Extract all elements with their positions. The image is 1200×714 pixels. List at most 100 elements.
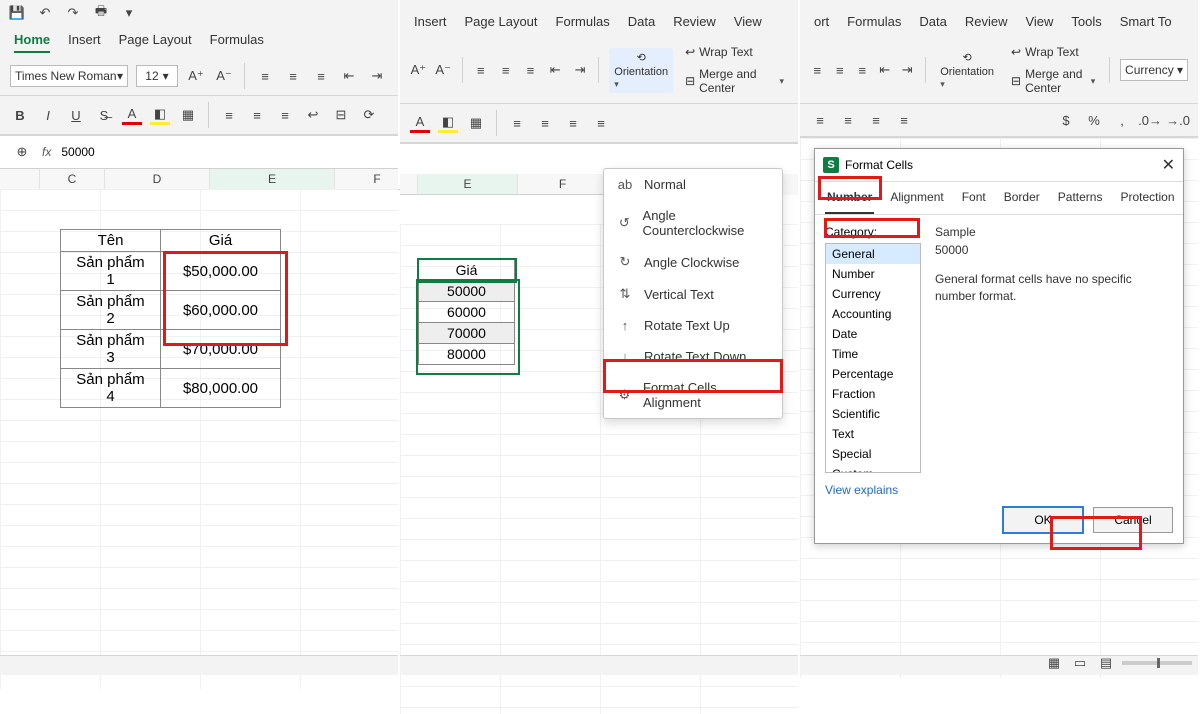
align-center-icon[interactable]: ≡ [838,110,858,130]
col-E[interactable]: E [418,174,518,195]
ok-button[interactable]: OK [1003,507,1083,533]
align-left-icon[interactable]: ≡ [255,66,275,86]
align-right-icon[interactable]: ≡ [563,113,583,133]
tab-insert[interactable]: Insert [68,32,101,53]
view-break-icon[interactable]: ▤ [1096,653,1116,673]
wrap-icon[interactable]: ↩ [303,105,323,125]
cat-general[interactable]: General [826,244,920,264]
tab-tools[interactable]: Tools [1071,14,1101,33]
merge-icon[interactable]: ⊟ [331,105,351,125]
dlg-tab-patterns[interactable]: Patterns [1056,182,1105,214]
indent-dec-icon[interactable]: ⇤ [878,60,893,80]
cat-number[interactable]: Number [826,264,920,284]
table-cell[interactable]: $70,000.00 [161,330,281,369]
distribute-icon[interactable]: ≡ [591,113,611,133]
strike-icon[interactable]: S̶ [94,105,114,125]
print-icon[interactable]: 🖶 [92,4,110,22]
qat-more-icon[interactable]: ▾ [120,4,138,22]
decrease-font-icon[interactable]: A⁻ [214,66,234,86]
table-cell[interactable]: 80000 [419,344,515,365]
dlg-tab-alignment[interactable]: Alignment [888,182,945,214]
fill-color-icon[interactable]: ◧ [438,113,458,133]
menu-angle-cw[interactable]: ↻Angle Clockwise [604,246,782,278]
formula-bar-value[interactable]: 50000 [61,145,94,159]
tab-review[interactable]: Review [673,14,716,33]
wrap-text-button[interactable]: ↩Wrap Text [681,43,788,61]
align-mid-icon[interactable]: ≡ [497,60,514,80]
align-bot-icon[interactable]: ≡ [855,60,870,80]
distribute-icon[interactable]: ≡ [894,110,914,130]
tab-review[interactable]: Review [965,14,1008,33]
cat-text[interactable]: Text [826,424,920,444]
col-C[interactable]: C [40,169,105,190]
close-icon[interactable]: ✕ [1162,155,1175,175]
table-cell[interactable]: 70000 [419,323,515,344]
valign-top-icon[interactable]: ≡ [219,105,239,125]
tab-pagelayout[interactable]: Page Layout [465,14,538,33]
view-normal-icon[interactable]: ▦ [1044,653,1064,673]
cat-time[interactable]: Time [826,344,920,364]
undo-icon[interactable]: ↶ [36,4,54,22]
menu-angle-ccw[interactable]: ↺Angle Counterclockwise [604,200,782,246]
cat-custom[interactable]: Custom [826,464,920,473]
wrap-text-button[interactable]: ↩Wrap Text [1007,43,1099,61]
cat-fraction[interactable]: Fraction [826,384,920,404]
table-cell[interactable]: $50,000.00 [161,252,281,291]
table-cell[interactable]: 60000 [419,302,515,323]
percent-icon[interactable]: % [1084,110,1104,130]
merge-center-button[interactable]: ⊟Merge and Center [681,65,788,97]
comma-icon[interactable]: , [1112,110,1132,130]
increase-font-icon[interactable]: A⁺ [186,66,206,86]
orientation-button[interactable]: ⟲ Orientation [609,48,673,93]
align-top-icon[interactable]: ≡ [810,60,825,80]
merge-center-button[interactable]: ⊟Merge and Center [1007,65,1099,97]
dlg-tab-border[interactable]: Border [1002,182,1042,214]
font-color-icon[interactable]: A [410,113,430,133]
align-right-icon[interactable]: ≡ [866,110,886,130]
fx-icon[interactable]: fx [42,145,51,159]
cancel-button[interactable]: Cancel [1093,507,1173,533]
indent-dec-icon[interactable]: ⇤ [547,60,564,80]
indent-decrease-icon[interactable]: ⇤ [339,66,359,86]
orientation-small-icon[interactable]: ⟳ [359,105,379,125]
tab-home[interactable]: Home [14,32,50,53]
table-cell[interactable]: Sản phẩm 3 [61,330,161,369]
indent-inc-icon[interactable]: ⇥ [572,60,589,80]
table-header-price[interactable]: Giá [161,230,281,252]
menu-rotate-down[interactable]: ↓Rotate Text Down [604,341,782,372]
save-icon[interactable]: 💾 [8,4,26,22]
font-name-select[interactable]: Times New Roman▾ [10,65,128,87]
orientation-button[interactable]: ⟲ Orientation [935,48,999,93]
valign-middle-icon[interactable]: ≡ [247,105,267,125]
increase-decimal-icon[interactable]: .0→ [1140,110,1160,130]
table-cell[interactable]: Sản phẩm 1 [61,252,161,291]
border-icon[interactable]: ▦ [466,113,486,133]
indent-increase-icon[interactable]: ⇥ [367,66,387,86]
align-mid-icon[interactable]: ≡ [833,60,848,80]
dlg-tab-number[interactable]: Number [825,182,874,214]
italic-icon[interactable]: I [38,105,58,125]
align-right-icon[interactable]: ≡ [311,66,331,86]
menu-format-cells-alignment[interactable]: ⚙Format Cells Alignment [604,372,782,418]
table-header-name[interactable]: Tên [61,230,161,252]
tab-formulas[interactable]: Formulas [847,14,901,33]
zoom-slider[interactable] [1122,661,1192,665]
align-center-icon[interactable]: ≡ [535,113,555,133]
fill-color-icon[interactable]: ◧ [150,105,170,125]
category-list[interactable]: General Number Currency Accounting Date … [825,243,921,473]
dlg-tab-protection[interactable]: Protection [1118,182,1176,214]
zoom-icon[interactable]: ⊕ [12,142,32,162]
font-size-select[interactable]: 12▾ [136,65,178,87]
menu-normal[interactable]: abNormal [604,169,782,200]
col-D[interactable]: D [105,169,210,190]
table-cell[interactable]: Sản phẩm 4 [61,369,161,408]
cat-percentage[interactable]: Percentage [826,364,920,384]
tab-view[interactable]: View [734,14,762,33]
menu-vertical-text[interactable]: ⇅Vertical Text [604,278,782,310]
decrease-decimal-icon[interactable]: →.0 [1168,110,1188,130]
table-cell[interactable]: $80,000.00 [161,369,281,408]
border-icon[interactable]: ▦ [178,105,198,125]
table-cell[interactable]: 50000 [419,281,515,302]
tab-formulas[interactable]: Formulas [556,14,610,33]
underline-icon[interactable]: U [66,105,86,125]
